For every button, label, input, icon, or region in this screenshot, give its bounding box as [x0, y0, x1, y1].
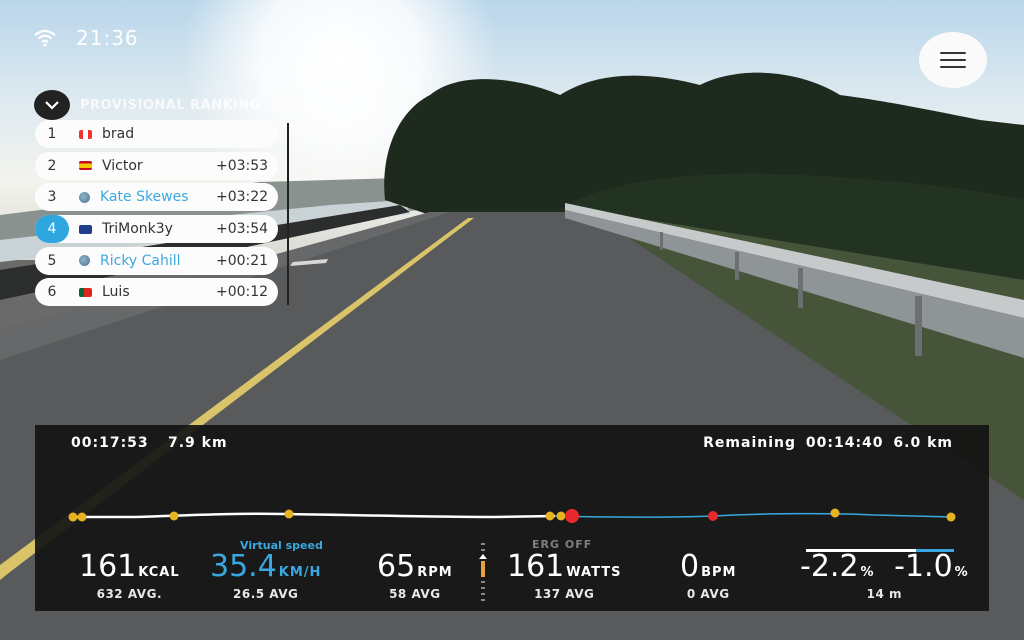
chevron-down-icon: [45, 101, 59, 110]
status-bar: 21:36: [34, 26, 139, 50]
rider-gap: +03:54: [216, 221, 269, 238]
menu-button[interactable]: [919, 32, 987, 88]
rider-name: TriMonk3y: [102, 221, 173, 238]
ranking-count: 11: [277, 97, 296, 113]
rider-name: Kate Skewes: [100, 189, 189, 206]
slope-unit: %: [954, 565, 969, 580]
rank-position: 4: [35, 215, 69, 244]
ranking-scrollbar[interactable]: [287, 123, 289, 305]
ranking-row[interactable]: 2 Victor +03:53: [35, 151, 278, 180]
rider-gap: +00:21: [216, 252, 269, 269]
rider-name: Ricky Cahill: [100, 252, 181, 269]
elapsed-time: 00:17:53: [71, 435, 149, 451]
ranking-row[interactable]: 6 Luis +00:12: [35, 278, 278, 307]
rider-marker: [556, 511, 566, 521]
completed-route-line: [71, 512, 556, 519]
canada-flag-icon: [79, 129, 92, 139]
rpm-value: 65: [377, 549, 416, 584]
watts-avg: 137 AVG: [534, 587, 595, 601]
watts-metric: 161 WATTS 137 AVG: [507, 549, 622, 602]
rpm-avg: 58 AVG: [389, 587, 441, 601]
slope-metric: -2.2% -1.0% 14 m: [800, 549, 969, 602]
rider-marker: [284, 509, 294, 519]
bpm-metric: 0 BPM 0 AVG: [680, 549, 737, 602]
portugal-flag-icon: [79, 287, 92, 297]
kcal-avg: 632 AVG.: [96, 587, 163, 601]
hamburger-icon: [940, 52, 966, 68]
rider-name: brad: [102, 126, 135, 142]
rider-marker: [169, 511, 179, 521]
rank-position: 1: [47, 126, 57, 142]
rider-gap: +03:53: [216, 157, 269, 174]
ranking-row[interactable]: 1 brad: [35, 120, 278, 148]
bpm-value: 0: [680, 549, 700, 584]
ranking-toggle-button[interactable]: [34, 90, 70, 120]
kcal-unit: KCAL: [138, 565, 180, 580]
ride-progress-header: 00:17:53 7.9 km Remaining 00:14:40 6.0 k…: [35, 435, 989, 455]
remaining-time: 00:14:40: [805, 435, 884, 451]
bpm-unit: BPM: [701, 565, 737, 580]
cadence-indicator-icon: [479, 543, 487, 601]
rank-position: 3: [47, 189, 57, 206]
ranking-row[interactable]: 5 Ricky Cahill +00:21: [35, 246, 278, 275]
rider-name: Luis: [102, 284, 130, 301]
rider-marker-red: [708, 511, 718, 521]
remaining-route-line: [554, 512, 954, 518]
ranking-row-current[interactable]: 4 TriMonk3y +03:54: [35, 215, 278, 244]
bpm-avg: 0 AVG: [686, 587, 730, 601]
kcal-value: 161: [79, 549, 137, 584]
remaining-info: Remaining 00:14:40 6.0 km: [699, 435, 953, 451]
remaining-distance: 6.0 km: [893, 435, 953, 451]
rider-marker: [77, 512, 87, 522]
ranking-list: 1 brad 2 Victor +03:53 3 Kate Skewes +03…: [35, 120, 278, 310]
ranking-row[interactable]: 3 Kate Skewes +03:22: [35, 183, 278, 212]
kcal-metric: 161 KCAL 632 AVG.: [79, 549, 180, 602]
speed-avg: 26.5 AVG: [233, 587, 299, 601]
rider-name: Victor: [102, 157, 143, 174]
ride-dashboard: 00:17:53 7.9 km Remaining 00:14:40 6.0 k…: [35, 425, 989, 611]
current-rider-marker: [565, 509, 579, 523]
rider-marker: [68, 512, 78, 522]
route-profile: [68, 508, 956, 523]
wifi-icon: [34, 29, 56, 47]
slope-next: -1.0: [894, 549, 953, 584]
rider-marker: [830, 508, 840, 518]
rider-marker: [545, 511, 555, 521]
rpm-unit: RPM: [417, 565, 453, 580]
rider-gap: +00:12: [216, 284, 269, 301]
rider-gap: +03:22: [216, 189, 269, 206]
rank-position: 6: [47, 284, 57, 301]
watts-unit: WATTS: [566, 565, 622, 580]
speed-unit: KM/H: [278, 565, 322, 580]
distance-covered: 7.9 km: [168, 435, 228, 451]
speed-value: 35.4: [210, 549, 277, 584]
globe-icon: [79, 191, 90, 203]
ranking-title: PROVISIONAL RANKING: [80, 97, 262, 113]
slope-unit: %: [860, 565, 875, 580]
rank-position: 5: [47, 252, 57, 269]
spain-flag-icon: [79, 161, 92, 171]
speed-metric: 35.4 KM/H 26.5 AVG: [210, 549, 322, 602]
watts-value: 161: [507, 549, 565, 584]
rider-marker: [946, 512, 956, 522]
remaining-label: Remaining: [703, 435, 797, 451]
rpm-metric: 65 RPM 58 AVG: [377, 549, 453, 602]
slope-distance: 14 m: [866, 587, 903, 601]
globe-icon: [79, 255, 90, 267]
slope-current: -2.2: [800, 549, 859, 584]
clock: 21:36: [76, 26, 139, 50]
ranking-header: PROVISIONAL RANKING 11: [34, 90, 295, 120]
rank-position: 2: [47, 157, 57, 174]
uk-flag-icon: [79, 224, 92, 234]
